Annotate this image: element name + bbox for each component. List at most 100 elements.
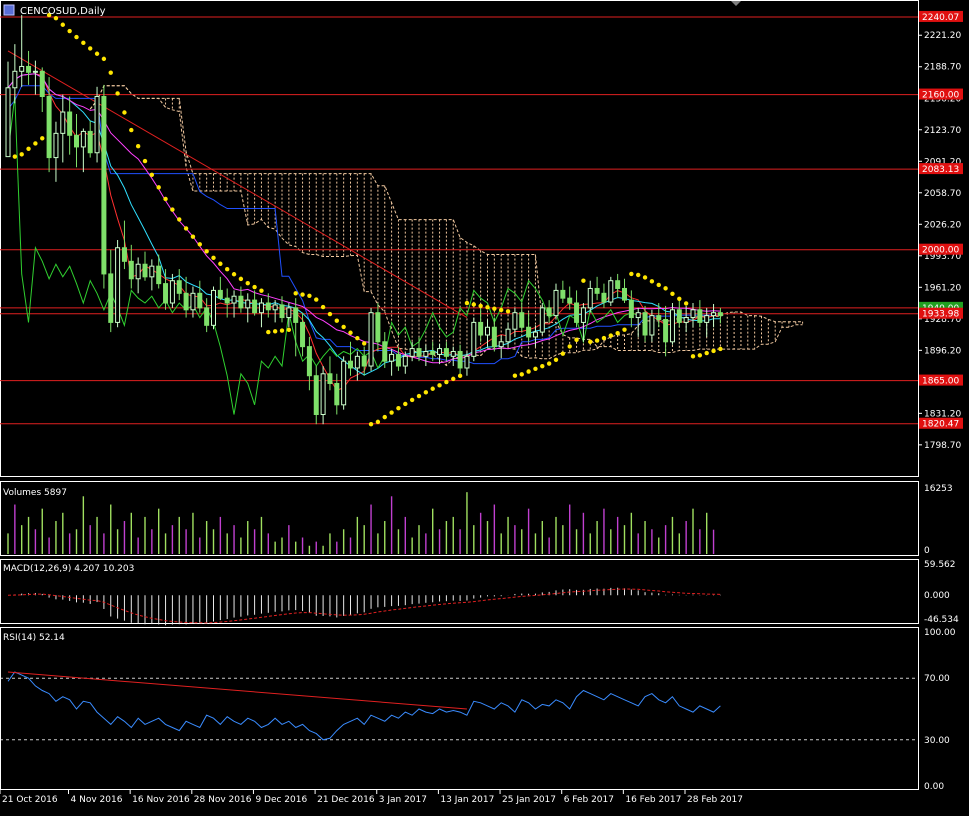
sar-dot xyxy=(499,307,504,313)
sar-dot xyxy=(601,335,607,341)
macd-histogram: 59.562 0.000 -46.534 xyxy=(7,560,959,626)
candle-body xyxy=(74,134,79,148)
time-tick-label: 4 Nov 2016 xyxy=(71,795,123,805)
candle-body xyxy=(375,312,381,343)
candle-body xyxy=(395,353,401,367)
rsi-trendline xyxy=(7,671,467,710)
symbol-icon xyxy=(3,4,15,16)
sar-dot xyxy=(218,261,223,266)
sar-dot xyxy=(574,337,579,343)
candle-body xyxy=(683,317,689,323)
price-tick-label: 1896.20 xyxy=(924,346,961,356)
price-trendline xyxy=(7,50,468,318)
candle-body xyxy=(560,289,566,299)
sar-dot xyxy=(622,327,627,332)
candle-body xyxy=(197,292,203,309)
candle-body xyxy=(252,299,258,314)
candle-body xyxy=(704,315,710,323)
sar-dot xyxy=(334,318,339,323)
sar-dot xyxy=(553,357,559,363)
volume-tick-label: 0 xyxy=(924,546,930,556)
sar-dot xyxy=(225,267,230,272)
candle-body xyxy=(512,312,518,330)
sar-dot xyxy=(88,46,93,51)
candle-body xyxy=(635,312,641,319)
candle-body xyxy=(341,360,347,406)
sar-dot xyxy=(409,397,415,403)
main-panel-frame xyxy=(0,0,919,477)
candle-body xyxy=(204,307,210,326)
volume-bars: 16253 0 xyxy=(7,484,953,556)
sar-dot xyxy=(81,40,86,46)
sar-dot xyxy=(320,304,326,310)
chart-window: 2221.202188.702156.202123.702091.202058.… xyxy=(0,0,969,812)
sar-dot xyxy=(629,271,634,277)
rsi-tick-label: 70.00 xyxy=(924,674,950,684)
candle-body xyxy=(183,292,189,311)
rsi-title: RSI(14) 52.14 xyxy=(3,633,65,643)
chart-title: CENCOSUD,Daily xyxy=(20,6,106,17)
sar-dot xyxy=(314,297,319,302)
rsi-line: 100.00 70.00 30.00 0.00 xyxy=(0,628,956,792)
level-tag-label: 1865.00 xyxy=(922,377,959,387)
candle-body xyxy=(26,65,32,73)
kijun-line xyxy=(7,85,721,365)
sar-dot xyxy=(430,386,435,391)
rsi-tick-label: 0.00 xyxy=(924,782,944,792)
candle-body xyxy=(457,350,463,369)
sar-dot xyxy=(238,276,244,282)
sar-dot xyxy=(60,22,65,27)
price-tick-label: 2026.20 xyxy=(924,220,961,230)
candle-body xyxy=(546,307,552,317)
candle-body xyxy=(491,326,497,348)
sar-dot xyxy=(403,401,408,407)
candle-body xyxy=(601,292,607,303)
candle-body xyxy=(156,265,162,285)
candle-body xyxy=(690,309,696,319)
time-tick-label: 21 Dec 2016 xyxy=(317,795,375,805)
sar-dot xyxy=(293,291,298,296)
price-tick-label: 1961.20 xyxy=(924,283,961,293)
candle-body xyxy=(94,96,100,154)
candle-body xyxy=(711,312,717,317)
candle-body xyxy=(67,111,73,136)
volume-tick-label: 16253 xyxy=(924,484,953,494)
candle-body xyxy=(265,302,271,311)
sar-dot xyxy=(690,354,696,359)
sar-dot xyxy=(74,34,79,40)
sar-dot xyxy=(697,353,703,358)
candle-body xyxy=(320,373,326,416)
candle-body xyxy=(580,307,586,323)
scroll-marker-icon[interactable] xyxy=(731,1,741,6)
sar-dot xyxy=(519,372,524,377)
candle-body xyxy=(190,292,196,311)
sar-dot xyxy=(594,338,600,343)
sar-dot xyxy=(204,249,209,254)
candle-body xyxy=(5,87,11,158)
sar-dot xyxy=(389,410,394,415)
rsi-tick-label: 100.00 xyxy=(924,628,956,638)
candle-body xyxy=(163,283,169,304)
rsi-tick-label: 30.00 xyxy=(924,736,950,746)
sar-dot xyxy=(149,172,155,177)
price-tick-label: 2188.70 xyxy=(924,63,961,73)
sar-dot xyxy=(546,361,552,366)
candle-body xyxy=(211,289,216,326)
sar-dot xyxy=(642,275,648,280)
level-tag-label: 2083.13 xyxy=(922,165,959,175)
sar-dot xyxy=(636,272,641,278)
candle-body xyxy=(505,328,511,343)
sar-dot xyxy=(382,414,387,420)
sar-dot xyxy=(656,282,661,288)
level-tag-label: 1933.98 xyxy=(922,310,959,320)
sar-dot xyxy=(307,293,312,299)
candle-body xyxy=(176,280,182,294)
candle-body xyxy=(142,263,148,278)
sar-dot xyxy=(300,292,305,297)
ichimoku-cloud xyxy=(89,85,804,367)
macd-tick-label: -46.534 xyxy=(924,615,959,625)
sar-dot xyxy=(348,330,353,335)
sar-dot xyxy=(533,366,538,371)
time-axis: 21 Oct 2016 4 Nov 2016 16 Nov 2016 28 Nov 2… xyxy=(0,790,743,805)
candle-body xyxy=(498,341,504,348)
